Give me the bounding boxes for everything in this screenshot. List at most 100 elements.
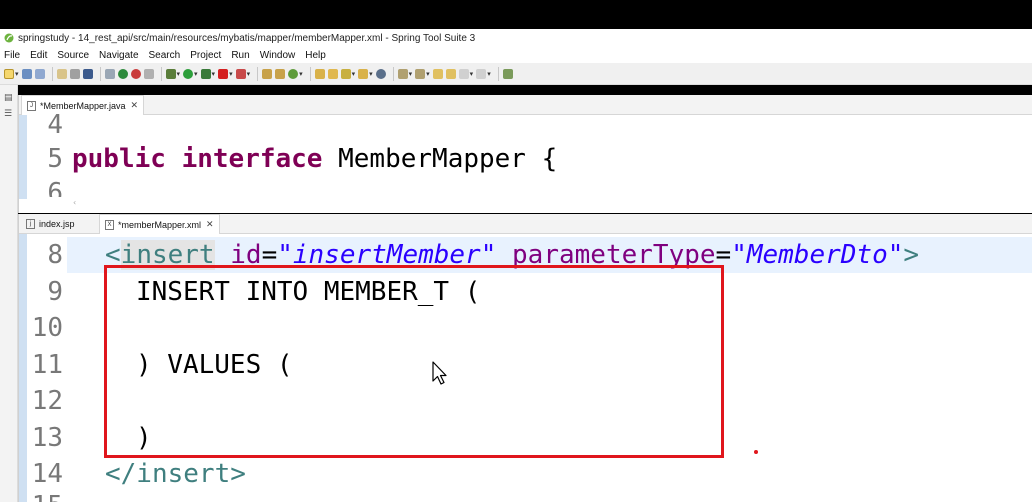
left-minimized-panel: ▤ ☰ bbox=[0, 85, 18, 502]
jsp-file-icon: j bbox=[26, 219, 35, 229]
menu-search[interactable]: Search bbox=[149, 50, 181, 61]
interface-name: MemberMapper { bbox=[322, 144, 558, 174]
properties-button[interactable] bbox=[56, 67, 67, 81]
terminal-button[interactable] bbox=[82, 67, 93, 81]
stop-icon bbox=[218, 68, 229, 79]
open-type-icon bbox=[314, 68, 325, 79]
open-resource-button[interactable]: ▾ bbox=[358, 67, 373, 81]
attribute-value-parameter-type: "MemberDto" bbox=[731, 240, 904, 270]
last-edit-icon bbox=[432, 68, 443, 79]
menu-edit[interactable]: Edit bbox=[30, 50, 47, 61]
tab-label: index.jsp bbox=[39, 219, 75, 229]
code-line-14[interactable]: </insert> bbox=[105, 456, 246, 492]
code-line-5[interactable]: public interface MemberMapper { bbox=[72, 141, 557, 177]
open-resource-icon bbox=[358, 68, 369, 79]
menu-project[interactable]: Project bbox=[190, 50, 221, 61]
new-spring-button[interactable]: ▾ bbox=[288, 67, 303, 81]
annotation-button[interactable]: ▾ bbox=[340, 67, 355, 81]
annotation-dot bbox=[754, 450, 758, 454]
close-icon[interactable]: ✕ bbox=[131, 100, 139, 111]
server-start-icon bbox=[117, 68, 128, 79]
tag-close-bracket: > bbox=[903, 240, 920, 270]
line-number: 6 bbox=[47, 178, 63, 197]
stop-button[interactable]: ▾ bbox=[218, 67, 233, 81]
class-icon bbox=[275, 68, 286, 79]
pin-editor-button[interactable] bbox=[502, 67, 513, 81]
skip-breakpoints-button[interactable] bbox=[104, 67, 115, 81]
line-number: 12 bbox=[31, 386, 63, 416]
scroll-left-icon[interactable]: ‹ bbox=[73, 198, 76, 207]
new-button[interactable]: ▾ bbox=[4, 67, 19, 81]
last-edit-button[interactable] bbox=[432, 67, 443, 81]
back-arrow-icon bbox=[445, 68, 456, 79]
spring-icon bbox=[288, 68, 299, 79]
keyword-public: public bbox=[72, 144, 166, 174]
external-tools-button[interactable]: ▾ bbox=[200, 67, 215, 81]
menu-run[interactable]: Run bbox=[231, 50, 249, 61]
menu-window[interactable]: Window bbox=[260, 50, 296, 61]
web-browser-button[interactable] bbox=[375, 67, 386, 81]
toolbar-separator bbox=[99, 66, 101, 81]
forward-button[interactable]: ▾ bbox=[476, 67, 491, 81]
deploy-icon bbox=[235, 68, 246, 79]
open-type-button[interactable] bbox=[314, 67, 325, 81]
package-explorer-icon[interactable]: ▤ bbox=[4, 93, 14, 103]
menu-source[interactable]: Source bbox=[57, 50, 89, 61]
save-button[interactable] bbox=[21, 67, 32, 81]
mouse-pointer-icon bbox=[432, 361, 447, 385]
main-toolbar: ▾ ▾ ▾ ▾ ▾ ▾ ▾ ▾ ▾ ▾ ▾ ▾ ▾ bbox=[0, 63, 1032, 85]
toolbar-separator bbox=[257, 66, 259, 81]
terminal-icon bbox=[82, 68, 93, 79]
refresh-button[interactable] bbox=[130, 67, 141, 81]
save-all-button[interactable] bbox=[34, 67, 45, 81]
spring-leaf-icon bbox=[4, 33, 14, 43]
java-editor-pane: J *MemberMapper.java ✕ 4 5 6 public inte… bbox=[18, 95, 1032, 213]
server-start-button[interactable] bbox=[117, 67, 128, 81]
print-button[interactable] bbox=[69, 67, 80, 81]
properties-icon bbox=[56, 68, 67, 79]
debug-button[interactable]: ▾ bbox=[165, 67, 180, 81]
new-class-button[interactable] bbox=[275, 67, 286, 81]
debug-icon bbox=[165, 68, 176, 79]
refresh-icon bbox=[130, 68, 141, 79]
menu-navigate[interactable]: Navigate bbox=[99, 50, 138, 61]
horizontal-scrollbar[interactable]: ‹ bbox=[67, 198, 1032, 211]
next-annotation-icon bbox=[397, 68, 408, 79]
close-icon[interactable]: ✕ bbox=[206, 219, 214, 230]
menu-help[interactable]: Help bbox=[305, 50, 326, 61]
run-button[interactable]: ▾ bbox=[183, 67, 198, 81]
toolbar-separator bbox=[392, 66, 394, 81]
line-number: 8 bbox=[47, 240, 63, 270]
outline-icon[interactable]: ☰ bbox=[4, 109, 14, 119]
tab-index-jsp[interactable]: j index.jsp bbox=[21, 214, 80, 234]
open-folder-button[interactable] bbox=[327, 67, 338, 81]
java-editor-tabbar: J *MemberMapper.java ✕ bbox=[19, 95, 1032, 115]
prev-annotation-button[interactable]: ▾ bbox=[415, 67, 430, 81]
line-number: 13 bbox=[31, 423, 63, 453]
print-icon bbox=[69, 68, 80, 79]
menu-file[interactable]: File bbox=[4, 50, 20, 61]
back-button[interactable]: ▾ bbox=[458, 67, 473, 81]
toolbar-separator bbox=[309, 66, 311, 81]
folder-icon bbox=[327, 68, 338, 79]
arrow-left-icon bbox=[458, 68, 469, 79]
external-tools-icon bbox=[200, 68, 211, 79]
line-number: 11 bbox=[31, 350, 63, 380]
tab-member-mapper-xml[interactable]: X *memberMapper.xml ✕ bbox=[99, 214, 220, 234]
next-annotation-button[interactable]: ▾ bbox=[397, 67, 412, 81]
line-number: 15 bbox=[19, 488, 63, 502]
deploy-button[interactable]: ▾ bbox=[235, 67, 250, 81]
line-number: 9 bbox=[47, 277, 63, 307]
new-java-package-button[interactable] bbox=[262, 67, 273, 81]
toolbar-separator bbox=[51, 66, 53, 81]
window-title: springstudy - 14_rest_api/src/main/resou… bbox=[18, 32, 476, 44]
pin-icon bbox=[502, 68, 513, 79]
line-number: 14 bbox=[31, 459, 63, 489]
link-button[interactable] bbox=[143, 67, 154, 81]
save-all-icon bbox=[34, 68, 45, 79]
window-titlebar: springstudy - 14_rest_api/src/main/resou… bbox=[0, 29, 1032, 47]
pen-icon bbox=[340, 68, 351, 79]
back-arrow-button[interactable] bbox=[445, 67, 456, 81]
line-number: 10 bbox=[31, 313, 63, 343]
line-number: 4 bbox=[47, 110, 63, 140]
